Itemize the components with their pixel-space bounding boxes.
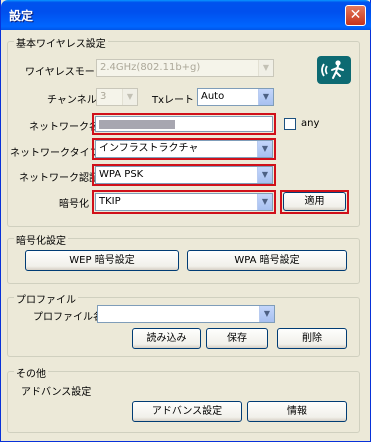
chevron-down-icon: ▼ xyxy=(259,306,274,322)
encryption-label: 暗号化 xyxy=(59,199,89,210)
save-profile-button[interactable]: 保存 xyxy=(206,328,268,349)
auth-label: ネットワーク認証 xyxy=(19,173,99,184)
any-label: any xyxy=(301,118,320,129)
chevron-down-icon: ▼ xyxy=(257,167,272,183)
basic-wireless-group-label: 基本ワイヤレス設定 xyxy=(14,35,108,50)
channel-value: 3 xyxy=(100,91,107,102)
auth-value: WPA PSK xyxy=(99,169,144,180)
advanced-settings-button[interactable]: アドバンス設定 xyxy=(132,401,242,422)
chevron-down-icon: ▼ xyxy=(258,60,273,76)
network-type-select[interactable]: インフラストラクチャ ▼ xyxy=(95,140,273,158)
auth-select[interactable]: WPA PSK ▼ xyxy=(95,166,273,184)
profile-name-select[interactable]: ▼ xyxy=(97,305,275,323)
wireless-mode-label: ワイヤレスモード xyxy=(25,67,105,78)
ssid-label: ネットワーク名 xyxy=(29,122,99,133)
chevron-down-icon: ▼ xyxy=(257,194,272,210)
chevron-down-icon: ▼ xyxy=(258,89,273,105)
txrate-value: Auto xyxy=(201,91,225,102)
channel-select[interactable]: 3 ▼ xyxy=(96,88,138,106)
ssid-input[interactable] xyxy=(95,116,273,132)
channel-label: チャンネル xyxy=(47,95,97,106)
wireless-signal-icon xyxy=(317,56,351,84)
txrate-select[interactable]: Auto ▼ xyxy=(197,88,274,106)
apply-button[interactable]: 適用 xyxy=(283,192,346,211)
txrate-label: Txレート xyxy=(152,95,195,106)
any-checkbox[interactable] xyxy=(284,118,296,130)
network-type-label: ネットワークタイプ xyxy=(10,148,100,159)
wireless-mode-select[interactable]: 2.4GHz(802.11b+g) ▼ xyxy=(96,59,274,77)
advanced-settings-label: アドバンス設定 xyxy=(21,387,92,398)
close-button[interactable]: ✕ xyxy=(345,5,366,26)
chevron-down-icon: ▼ xyxy=(257,141,272,157)
delete-profile-button[interactable]: 削除 xyxy=(277,328,347,349)
profile-group-label: プロファイル xyxy=(14,291,78,306)
load-profile-button[interactable]: 読み込み xyxy=(132,328,201,349)
network-type-value: インフラストラクチャ xyxy=(99,143,199,154)
settings-window: 設定 ✕ 基本ワイヤレス設定 ワイヤレスモード 2.4GHz(802.11b+g… xyxy=(0,0,371,442)
info-button[interactable]: 情報 xyxy=(247,401,347,422)
encryption-value: TKIP xyxy=(99,196,121,207)
ssid-masked-value xyxy=(99,120,175,129)
encryption-select[interactable]: TKIP ▼ xyxy=(95,193,273,211)
wep-settings-button[interactable]: WEP 暗号設定 xyxy=(25,250,179,271)
profile-name-label: プロファイル名 xyxy=(33,312,103,323)
wpa-settings-button[interactable]: WPA 暗号設定 xyxy=(187,250,347,271)
wireless-mode-value: 2.4GHz(802.11b+g) xyxy=(100,62,201,73)
window-title: 設定 xyxy=(9,9,34,23)
encrypt-settings-group-label: 暗号化設定 xyxy=(14,232,68,247)
other-group-label: その他 xyxy=(14,365,48,380)
chevron-down-icon: ▼ xyxy=(122,89,137,105)
title-bar: 設定 ✕ xyxy=(1,0,371,30)
